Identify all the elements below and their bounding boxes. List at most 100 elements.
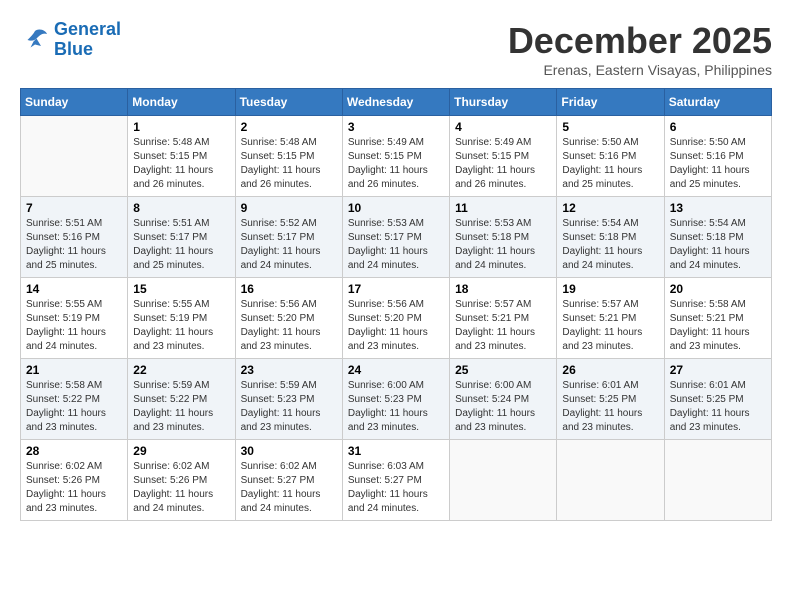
day-info: Sunrise: 5:51 AMSunset: 5:16 PMDaylight:… [26, 217, 122, 273]
calendar-cell: 7 Sunrise: 5:51 AMSunset: 5:16 PMDaylight… [21, 197, 128, 278]
calendar-cell: 23Sunrise: 5:59 AMSunset: 5:23 PMDayligh… [235, 359, 342, 440]
day-info: Sunrise: 5:59 AMSunset: 5:22 PMDaylight:… [133, 379, 229, 435]
calendar-cell: 27 Sunrise: 6:01 AMSunset: 5:25 PMDayligh… [664, 359, 771, 440]
calendar-table: SundayMondayTuesdayWednesdayThursdayFrid… [20, 88, 772, 521]
day-number: 30 [241, 444, 337, 458]
calendar-header-friday: Friday [557, 89, 664, 116]
day-info: Sunrise: 6:00 AMSunset: 5:24 PMDaylight:… [455, 379, 551, 435]
day-number: 23 [241, 363, 337, 377]
day-number: 26 [562, 363, 658, 377]
calendar-cell: 21 Sunrise: 5:58 AMSunset: 5:22 PMDayligh… [21, 359, 128, 440]
day-info: Sunrise: 6:02 AMSunset: 5:26 PMDaylight:… [133, 460, 229, 516]
day-number: 25 [455, 363, 551, 377]
day-number: 24 [348, 363, 444, 377]
calendar-cell: 5 Sunrise: 5:50 AMSunset: 5:16 PMDaylight… [557, 116, 664, 197]
calendar-cell: 6 Sunrise: 5:50 AMSunset: 5:16 PMDaylight… [664, 116, 771, 197]
calendar-header-tuesday: Tuesday [235, 89, 342, 116]
day-info: Sunrise: 5:50 AMSunset: 5:16 PMDaylight:… [562, 136, 658, 192]
calendar-cell [21, 116, 128, 197]
calendar-cell: 29 Sunrise: 6:02 AMSunset: 5:26 PMDayligh… [128, 440, 235, 521]
day-info: Sunrise: 5:48 AMSunset: 5:15 PMDaylight:… [241, 136, 337, 192]
calendar-cell [664, 440, 771, 521]
day-info: Sunrise: 5:49 AMSunset: 5:15 PMDaylight:… [455, 136, 551, 192]
day-info: Sunrise: 5:52 AMSunset: 5:17 PMDaylight:… [241, 217, 337, 273]
day-number: 5 [562, 120, 658, 134]
day-number: 13 [670, 201, 766, 215]
day-number: 29 [133, 444, 229, 458]
day-number: 19 [562, 282, 658, 296]
calendar-cell: 8Sunrise: 5:51 AMSunset: 5:17 PMDaylight… [128, 197, 235, 278]
day-number: 2 [241, 120, 337, 134]
calendar-header-monday: Monday [128, 89, 235, 116]
logo: General Blue [20, 20, 121, 60]
day-number: 27 [670, 363, 766, 377]
logo-text: General Blue [54, 20, 121, 60]
location: Erenas, Eastern Visayas, Philippines [508, 62, 772, 78]
calendar-week-row: 1 Sunrise: 5:48 AMSunset: 5:15 PMDaylight… [21, 116, 772, 197]
calendar-cell: 11 Sunrise: 5:53 AMSunset: 5:18 PMDayligh… [450, 197, 557, 278]
day-info: Sunrise: 5:53 AMSunset: 5:18 PMDaylight:… [455, 217, 551, 273]
calendar-cell [450, 440, 557, 521]
day-number: 28 [26, 444, 122, 458]
calendar-cell: 1 Sunrise: 5:48 AMSunset: 5:15 PMDaylight… [128, 116, 235, 197]
day-info: Sunrise: 5:57 AMSunset: 5:21 PMDaylight:… [562, 298, 658, 354]
calendar-cell [557, 440, 664, 521]
day-number: 9 [241, 201, 337, 215]
day-info: Sunrise: 6:00 AMSunset: 5:23 PMDaylight:… [348, 379, 444, 435]
day-number: 22 [133, 363, 229, 377]
calendar-cell: 4 Sunrise: 5:49 AMSunset: 5:15 PMDaylight… [450, 116, 557, 197]
calendar-cell: 9 Sunrise: 5:52 AMSunset: 5:17 PMDaylight… [235, 197, 342, 278]
day-info: Sunrise: 5:58 AMSunset: 5:22 PMDaylight:… [26, 379, 122, 435]
calendar-header-sunday: Sunday [21, 89, 128, 116]
day-info: Sunrise: 6:01 AMSunset: 5:25 PMDaylight:… [562, 379, 658, 435]
day-number: 10 [348, 201, 444, 215]
day-number: 21 [26, 363, 122, 377]
calendar-header-thursday: Thursday [450, 89, 557, 116]
calendar-week-row: 28 Sunrise: 6:02 AMSunset: 5:26 PMDayligh… [21, 440, 772, 521]
day-info: Sunrise: 5:58 AMSunset: 5:21 PMDaylight:… [670, 298, 766, 354]
title-area: December 2025 Erenas, Eastern Visayas, P… [508, 20, 772, 78]
day-info: Sunrise: 6:01 AMSunset: 5:25 PMDaylight:… [670, 379, 766, 435]
day-info: Sunrise: 5:50 AMSunset: 5:16 PMDaylight:… [670, 136, 766, 192]
calendar-cell: 15Sunrise: 5:55 AMSunset: 5:19 PMDayligh… [128, 278, 235, 359]
day-number: 7 [26, 201, 122, 215]
calendar-cell: 10 Sunrise: 5:53 AMSunset: 5:17 PMDayligh… [342, 197, 449, 278]
day-info: Sunrise: 5:53 AMSunset: 5:17 PMDaylight:… [348, 217, 444, 273]
day-number: 17 [348, 282, 444, 296]
day-number: 31 [348, 444, 444, 458]
calendar-cell: 16Sunrise: 5:56 AMSunset: 5:20 PMDayligh… [235, 278, 342, 359]
day-info: Sunrise: 6:02 AMSunset: 5:27 PMDaylight:… [241, 460, 337, 516]
day-number: 11 [455, 201, 551, 215]
calendar-header-row: SundayMondayTuesdayWednesdayThursdayFrid… [21, 89, 772, 116]
calendar-cell: 30 Sunrise: 6:02 AMSunset: 5:27 PMDayligh… [235, 440, 342, 521]
day-number: 6 [670, 120, 766, 134]
day-info: Sunrise: 5:48 AMSunset: 5:15 PMDaylight:… [133, 136, 229, 192]
day-number: 8 [133, 201, 229, 215]
day-number: 18 [455, 282, 551, 296]
calendar-cell: 14 Sunrise: 5:55 AMSunset: 5:19 PMDayligh… [21, 278, 128, 359]
page-header: General Blue December 2025 Erenas, Easte… [20, 20, 772, 78]
calendar-cell: 20Sunrise: 5:58 AMSunset: 5:21 PMDayligh… [664, 278, 771, 359]
day-number: 14 [26, 282, 122, 296]
calendar-cell: 22 Sunrise: 5:59 AMSunset: 5:22 PMDayligh… [128, 359, 235, 440]
day-info: Sunrise: 5:54 AMSunset: 5:18 PMDaylight:… [670, 217, 766, 273]
calendar-cell: 18 Sunrise: 5:57 AMSunset: 5:21 PMDayligh… [450, 278, 557, 359]
calendar-cell: 13 Sunrise: 5:54 AMSunset: 5:18 PMDayligh… [664, 197, 771, 278]
day-info: Sunrise: 5:57 AMSunset: 5:21 PMDaylight:… [455, 298, 551, 354]
day-info: Sunrise: 5:49 AMSunset: 5:15 PMDaylight:… [348, 136, 444, 192]
calendar-cell: 31 Sunrise: 6:03 AMSunset: 5:27 PMDayligh… [342, 440, 449, 521]
day-number: 3 [348, 120, 444, 134]
day-number: 1 [133, 120, 229, 134]
day-number: 16 [241, 282, 337, 296]
calendar-header-wednesday: Wednesday [342, 89, 449, 116]
calendar-cell: 12Sunrise: 5:54 AMSunset: 5:18 PMDayligh… [557, 197, 664, 278]
day-info: Sunrise: 6:03 AMSunset: 5:27 PMDaylight:… [348, 460, 444, 516]
day-info: Sunrise: 5:55 AMSunset: 5:19 PMDaylight:… [26, 298, 122, 354]
calendar-week-row: 7 Sunrise: 5:51 AMSunset: 5:16 PMDaylight… [21, 197, 772, 278]
day-number: 4 [455, 120, 551, 134]
calendar-cell: 28 Sunrise: 6:02 AMSunset: 5:26 PMDayligh… [21, 440, 128, 521]
calendar-header-saturday: Saturday [664, 89, 771, 116]
month-title: December 2025 [508, 20, 772, 62]
calendar-cell: 2 Sunrise: 5:48 AMSunset: 5:15 PMDaylight… [235, 116, 342, 197]
day-info: Sunrise: 6:02 AMSunset: 5:26 PMDaylight:… [26, 460, 122, 516]
